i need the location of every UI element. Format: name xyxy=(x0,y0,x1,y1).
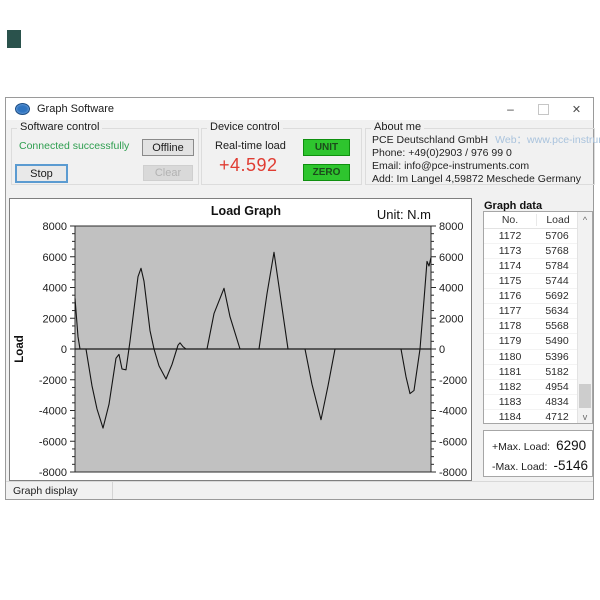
table-row[interactable]: 11775634 xyxy=(484,304,592,319)
minimize-button[interactable]: – xyxy=(494,98,527,120)
svg-text:0: 0 xyxy=(439,344,445,356)
window-title: Graph Software xyxy=(37,103,114,115)
table-row[interactable]: 11735768 xyxy=(484,244,592,259)
connection-status-text: Connected successfully xyxy=(19,140,129,152)
svg-text:Unit: N.m: Unit: N.m xyxy=(377,207,431,222)
svg-text:2000: 2000 xyxy=(43,313,67,325)
realtime-load-value: +4.592 xyxy=(219,155,278,176)
table-row[interactable]: 11745784 xyxy=(484,259,592,274)
about-label: About me xyxy=(371,121,424,133)
stray-corner-mark xyxy=(7,30,21,48)
table-header: No. Load xyxy=(484,212,592,229)
table-row[interactable]: 11725706 xyxy=(484,229,592,244)
max-load-box: +Max. Load: 6290 -Max. Load: -5146 xyxy=(483,430,593,477)
svg-text:-2000: -2000 xyxy=(39,375,67,387)
scroll-thumb[interactable] xyxy=(579,384,591,408)
svg-text:-8000: -8000 xyxy=(39,467,67,479)
maximize-button[interactable] xyxy=(527,98,560,120)
scroll-up-icon[interactable]: ^ xyxy=(578,213,592,226)
app-icon xyxy=(15,103,30,115)
svg-text:-6000: -6000 xyxy=(439,436,467,448)
table-row[interactable]: 11785568 xyxy=(484,319,592,334)
svg-text:Load Graph: Load Graph xyxy=(211,204,281,218)
table-row[interactable]: 11805396 xyxy=(484,350,592,365)
graph-table-body: 1172570611735768117457841175574411765692… xyxy=(484,229,592,424)
svg-text:2000: 2000 xyxy=(439,313,463,325)
app-window: Graph Software – ✕ Software control Conn… xyxy=(5,97,594,500)
graph-data-table: No. Load 1172570611735768117457841175574… xyxy=(483,211,593,424)
svg-text:4000: 4000 xyxy=(439,283,463,295)
phone-line: Phone: +49(0)2903 / 976 99 0 xyxy=(372,147,600,160)
scroll-down-icon[interactable]: v xyxy=(578,410,592,423)
column-header-load[interactable]: Load xyxy=(537,214,579,226)
device-control-group: Device control Real-time load +4.592 UNI… xyxy=(201,128,362,185)
svg-text:-6000: -6000 xyxy=(39,436,67,448)
load-chart: -8000 -8000 -6000 -6000 -4000 -4000 -2000 -2000… xyxy=(10,199,473,482)
unit-button[interactable]: UNIT xyxy=(303,139,350,156)
status-panel: Graph display xyxy=(6,482,113,499)
table-row[interactable]: 11815182 xyxy=(484,365,592,380)
table-row[interactable]: 11844712 xyxy=(484,410,592,424)
table-scrollbar[interactable]: ^ v xyxy=(577,212,592,423)
max-pos-value: 6290 xyxy=(556,438,586,453)
max-pos-label: +Max. Load: xyxy=(492,441,550,453)
address-line: Add: Im Langel 4,59872 Meschede Germany xyxy=(372,173,600,186)
about-lines: PCE Deutschland GmbH Web：www.pce-instrum… xyxy=(372,134,600,186)
svg-text:-2000: -2000 xyxy=(439,375,467,387)
max-neg-value: -5146 xyxy=(553,458,588,473)
title-bar[interactable]: Graph Software – ✕ xyxy=(6,98,593,120)
table-row[interactable]: 11824954 xyxy=(484,380,592,395)
offline-button[interactable]: Offline xyxy=(142,139,194,156)
svg-text:6000: 6000 xyxy=(43,252,67,264)
table-row[interactable]: 11795490 xyxy=(484,334,592,349)
clear-button: Clear xyxy=(143,165,193,181)
zero-button[interactable]: ZERO xyxy=(303,164,350,181)
svg-text:8000: 8000 xyxy=(43,221,67,233)
svg-text:-8000: -8000 xyxy=(439,467,467,479)
svg-text:-4000: -4000 xyxy=(439,406,467,418)
max-neg-label: -Max. Load: xyxy=(492,461,547,473)
maximize-icon xyxy=(538,104,549,115)
device-control-label: Device control xyxy=(207,121,283,133)
svg-text:Load: Load xyxy=(14,335,26,362)
company-name: PCE Deutschland GmbH xyxy=(372,134,488,147)
svg-text:8000: 8000 xyxy=(439,221,463,233)
column-header-no[interactable]: No. xyxy=(484,214,537,226)
svg-text:6000: 6000 xyxy=(439,252,463,264)
stop-button[interactable]: Stop xyxy=(15,164,68,183)
table-row[interactable]: 11834834 xyxy=(484,395,592,410)
software-control-label: Software control xyxy=(17,121,102,133)
table-row[interactable]: 11765692 xyxy=(484,289,592,304)
status-bar: Graph display xyxy=(6,481,593,499)
software-control-group: Software control Connected successfully … xyxy=(11,128,199,185)
realtime-load-label: Real-time load xyxy=(215,140,286,152)
svg-text:4000: 4000 xyxy=(43,283,67,295)
svg-text:-4000: -4000 xyxy=(39,406,67,418)
close-button[interactable]: ✕ xyxy=(560,98,593,120)
about-group: About me PCE Deutschland GmbH Web：www.pc… xyxy=(365,128,595,185)
web-link[interactable]: Web：www.pce-instruments.com xyxy=(495,134,600,147)
chart-panel: -8000 -8000 -6000 -6000 -4000 -4000 -2000 -2000… xyxy=(9,198,472,481)
table-row[interactable]: 11755744 xyxy=(484,274,592,289)
svg-text:0: 0 xyxy=(61,344,67,356)
email-line: Email: info@pce-instruments.com xyxy=(372,160,600,173)
